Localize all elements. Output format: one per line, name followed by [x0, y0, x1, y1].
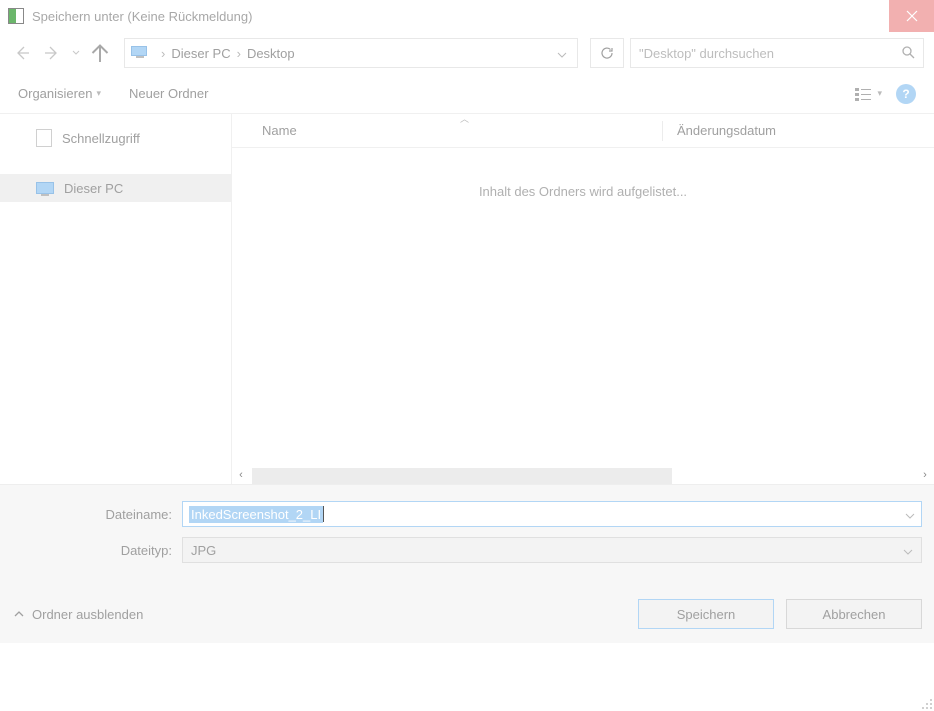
caret-down-icon: ▾ — [96, 88, 101, 99]
chevron-up-icon — [14, 610, 24, 618]
filetype-value: JPG — [191, 543, 216, 558]
chevron-down-icon — [72, 50, 80, 56]
window-title: Speichern unter (Keine Rückmeldung) — [32, 9, 889, 24]
new-folder-button[interactable]: Neuer Ordner — [129, 86, 208, 101]
scroll-track[interactable] — [250, 468, 916, 482]
app-icon — [8, 8, 24, 24]
new-folder-label: Neuer Ordner — [129, 86, 208, 101]
sidebar-item-label: Schnellzugriff — [62, 131, 140, 146]
caret-down-icon: ▾ — [877, 88, 882, 99]
organize-button[interactable]: Organisieren ▾ — [18, 86, 101, 101]
chevron-right-icon: › — [237, 46, 241, 61]
organize-label: Organisieren — [18, 86, 92, 101]
chevron-down-icon — [557, 52, 567, 58]
address-bar[interactable]: › Dieser PC › Desktop — [124, 38, 578, 68]
hide-folders-button[interactable]: Ordner ausblenden — [14, 607, 143, 622]
filename-label: Dateiname: — [12, 507, 182, 522]
breadcrumb-folder[interactable]: Desktop — [247, 46, 295, 61]
search-icon — [901, 45, 915, 62]
filename-input[interactable]: InkedScreenshot_2_LI — [182, 501, 922, 527]
chevron-right-icon: › — [161, 46, 165, 61]
filetype-select[interactable]: JPG — [182, 537, 922, 563]
toolbar: Organisieren ▾ Neuer Ordner ▾ ? — [0, 74, 934, 114]
help-icon: ? — [902, 87, 909, 101]
text-cursor — [323, 506, 324, 522]
up-button[interactable] — [88, 41, 112, 65]
sidebar: Schnellzugriff Dieser PC — [0, 114, 232, 484]
view-mode-button[interactable]: ▾ — [855, 87, 882, 101]
horizontal-scrollbar[interactable]: ‹ › — [232, 466, 934, 484]
chevron-down-icon — [903, 549, 913, 555]
footer: Ordner ausblenden Speichern Abbrechen — [0, 579, 934, 643]
details-view-icon — [855, 87, 873, 101]
loading-message: Inhalt des Ordners wird aufgelistet... — [232, 148, 934, 199]
filetype-label: Dateityp: — [12, 543, 182, 558]
forward-button[interactable] — [40, 41, 64, 65]
save-form: Dateiname: InkedScreenshot_2_LI Dateityp… — [0, 484, 934, 579]
column-header-modified[interactable]: Änderungsdatum — [663, 123, 776, 138]
help-button[interactable]: ? — [896, 84, 916, 104]
main-area: Schnellzugriff Dieser PC ︿ Name Änderung… — [0, 114, 934, 484]
filename-dropdown[interactable] — [905, 507, 915, 522]
cancel-button[interactable]: Abbrechen — [786, 599, 922, 629]
pc-icon — [131, 46, 149, 60]
close-button[interactable] — [889, 0, 934, 32]
address-dropdown[interactable] — [553, 46, 571, 61]
back-button[interactable] — [10, 41, 34, 65]
search-input[interactable] — [639, 46, 901, 61]
filetype-dropdown-arrow — [903, 543, 913, 558]
sidebar-item-quick-access[interactable]: Schnellzugriff — [0, 124, 231, 152]
arrow-left-icon — [14, 45, 30, 61]
column-header-name[interactable]: Name — [232, 123, 662, 138]
close-icon — [906, 10, 918, 22]
refresh-button[interactable] — [590, 38, 624, 68]
search-box[interactable] — [630, 38, 924, 68]
resize-grip[interactable] — [920, 697, 932, 709]
hide-folders-label: Ordner ausblenden — [32, 607, 143, 622]
titlebar: Speichern unter (Keine Rückmeldung) — [0, 0, 934, 32]
sidebar-item-this-pc[interactable]: Dieser PC — [0, 174, 231, 202]
scroll-thumb[interactable] — [252, 468, 672, 484]
sort-indicator-icon: ︿ — [460, 112, 469, 125]
filename-value: InkedScreenshot_2_LI — [189, 506, 323, 523]
sidebar-item-label: Dieser PC — [64, 181, 123, 196]
breadcrumb-pc[interactable]: Dieser PC — [171, 46, 230, 61]
save-button[interactable]: Speichern — [638, 599, 774, 629]
chevron-down-icon — [905, 513, 915, 519]
arrow-up-icon — [88, 41, 112, 65]
scroll-right-button[interactable]: › — [916, 466, 934, 484]
refresh-icon — [600, 46, 614, 60]
recent-locations-dropdown[interactable] — [70, 50, 82, 56]
scroll-left-button[interactable]: ‹ — [232, 466, 250, 484]
pc-icon — [36, 182, 54, 194]
column-headers: ︿ Name Änderungsdatum — [232, 114, 934, 148]
file-pane: ︿ Name Änderungsdatum Inhalt des Ordners… — [232, 114, 934, 484]
arrow-right-icon — [44, 45, 60, 61]
navigation-row: › Dieser PC › Desktop — [0, 32, 934, 74]
